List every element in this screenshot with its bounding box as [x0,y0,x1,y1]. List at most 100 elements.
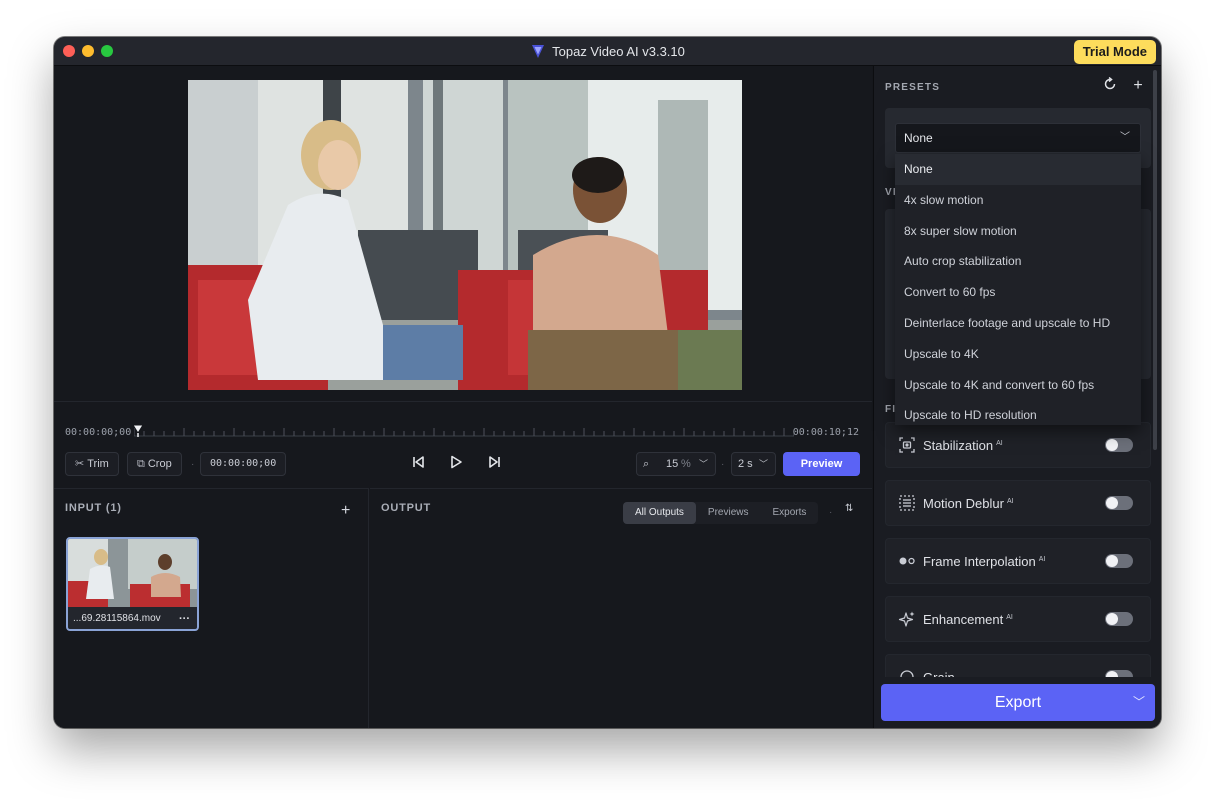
filter-label: Enhancement [923,612,1004,627]
video-frame-image [188,80,742,390]
chevron-down-icon: ﹀ [758,459,768,469]
play-button[interactable] [446,454,466,474]
filter-stabilization: Stabilization AI [885,422,1151,468]
stabilization-icon [899,437,915,453]
tab-exports[interactable]: Exports [761,502,819,524]
preset-option[interactable]: Deinterlace footage and upscale to HD [895,308,1141,339]
video-viewer[interactable] [188,80,742,390]
export-label: Export [994,694,1042,711]
tab-previews[interactable]: Previews [696,502,761,524]
separator-dot: · [721,459,725,470]
preset-option[interactable]: 8x super slow motion [895,216,1141,247]
crop-button[interactable]: ⧉ Crop [127,452,182,476]
step-back-icon [413,456,424,468]
timeline-ruler[interactable] [134,424,794,438]
crop-label: Crop [147,458,172,470]
zoom-icon: ⌕ [643,458,650,470]
trial-mode-badge[interactable]: Trial Mode [1073,40,1156,64]
settings-sidebar: PRESETS + None ﹀ VI FI None 4x slow moti… [873,66,1161,728]
preset-option[interactable]: Auto crop stabilization [895,246,1141,277]
app-title: Topaz Video AI v3.3.10 [552,44,685,59]
app-window: Topaz Video AI v3.3.10 Trial Mode 00:00:… [54,37,1161,728]
preset-option[interactable]: Upscale to 4K [895,339,1141,370]
output-panel: OUTPUT All Outputs Previews Exports · ⇅ [370,488,872,728]
ai-badge: AI [1038,555,1046,563]
more-options-icon[interactable]: ··· [179,613,190,625]
motion-deblur-toggle[interactable] [1105,496,1133,510]
tab-all-outputs[interactable]: All Outputs [623,502,696,524]
playhead-handle[interactable] [134,424,144,434]
sort-icon[interactable]: ⇅ [845,503,853,514]
play-icon [451,455,462,469]
frame-interpolation-icon [899,557,915,565]
preset-option[interactable]: 4x slow motion [895,185,1141,216]
frame-interpolation-toggle[interactable] [1105,554,1133,568]
interval-value: 2 s [738,458,753,470]
ai-badge: AI [1006,497,1014,505]
main-area: 00:00:00;00 00:00:10;12 ✂ Trim ⧉ Crop · 00… [54,66,872,728]
zoom-select[interactable]: ⌕ 15 % ﹀ [636,452,716,476]
trim-button[interactable]: ✂ Trim [65,452,119,476]
current-timecode-field[interactable]: 00:00:00;00 [200,452,287,476]
filter-label-wrap: Enhancement AI [923,612,1013,627]
preset-option[interactable]: Upscale to 4K and convert to 60 fps [895,370,1141,401]
separator-dot: · [829,507,833,518]
ai-badge: AI [996,439,1003,447]
separator-dot: · [191,459,195,470]
ai-badge: AI [1006,613,1013,621]
chevron-down-icon[interactable]: ﹀ [1133,684,1145,721]
export-button[interactable]: Export ﹀ [881,684,1155,721]
presets-title: PRESETS [885,82,941,93]
preset-select[interactable]: None ﹀ [895,123,1141,153]
filter-label-wrap: Frame Interpolation AI [923,554,1045,569]
end-timecode: 00:00:10;12 [792,427,859,438]
topaz-logo-icon [532,45,545,58]
preset-dropdown-menu: None 4x slow motion 8x super slow motion… [895,154,1141,425]
add-preset-button[interactable]: + [1129,77,1147,95]
filter-label: Motion Deblur [923,496,1004,511]
stabilization-toggle[interactable] [1105,438,1133,452]
reset-icon [1104,76,1116,90]
title-bar: Topaz Video AI v3.3.10 Trial Mode [54,37,1161,66]
zoom-unit: % [681,458,691,470]
crop-icon: ⧉ [137,458,145,470]
preset-option[interactable]: Upscale to HD resolution [895,400,1141,425]
enhancement-icon [898,611,915,627]
filter-motion-deblur: Motion Deblur AI [885,480,1151,526]
chevron-down-icon: ﹀ [1120,132,1130,143]
preset-option[interactable]: None [895,154,1141,185]
step-back-button[interactable] [409,454,429,474]
filter-frame-interpolation: Frame Interpolation AI [885,538,1151,584]
scissors-icon: ✂ [75,458,85,470]
zoom-value: 15 [666,458,679,470]
output-filter-tabs: All Outputs Previews Exports [623,502,819,524]
app-title-wrap: Topaz Video AI v3.3.10 [54,43,1161,59]
filter-enhancement: Enhancement AI [885,596,1151,642]
enhancement-toggle[interactable] [1105,612,1133,626]
filter-label-wrap: Stabilization AI [923,438,1003,453]
input-panel-title: INPUT (1) [65,502,122,514]
interval-select[interactable]: 2 s ﹀ [731,452,776,476]
thumbnail-image [68,539,197,607]
filter-label: Frame Interpolation [923,554,1036,569]
filter-label-wrap: Motion Deblur AI [923,496,1014,511]
reset-preset-button[interactable] [1101,76,1119,95]
chevron-down-icon: ﹀ [698,459,708,469]
trim-label: Trim [87,458,109,470]
preset-select-value: None [904,131,933,145]
input-panel: INPUT (1) + ...69.28115864.mov ··· [54,488,369,728]
sidebar-scrollbar[interactable] [1153,66,1158,706]
input-file-name: ...69.28115864.mov [73,613,161,624]
export-bar: Export ﹀ [874,677,1161,728]
start-timecode: 00:00:00;00 [65,427,132,438]
scrollbar-thumb[interactable] [1153,70,1157,450]
timeline-bar: 00:00:00;00 00:00:10;12 ✂ Trim ⧉ Crop · 00… [54,401,872,487]
step-forward-icon [489,456,500,468]
output-panel-title: OUTPUT [381,502,432,514]
add-input-button[interactable]: + [341,502,350,520]
motion-deblur-icon [899,495,915,511]
preset-option[interactable]: Convert to 60 fps [895,277,1141,308]
preview-button[interactable]: Preview [783,452,860,476]
input-file-thumbnail[interactable]: ...69.28115864.mov ··· [66,537,199,631]
step-forward-button[interactable] [484,454,504,474]
